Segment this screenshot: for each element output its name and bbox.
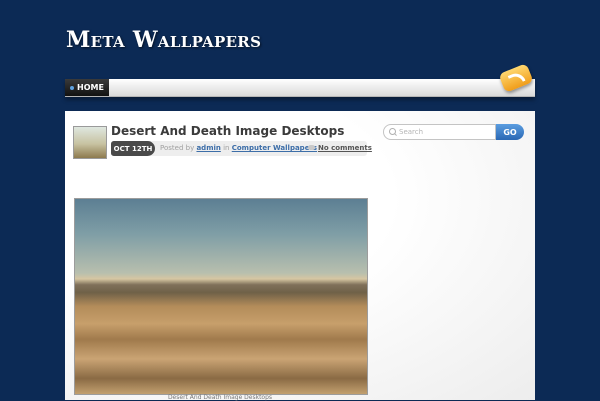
nav-item-home-label: HOME (77, 83, 104, 92)
comment-bubble-icon (308, 145, 315, 150)
site-title[interactable]: Meta Wallpapers (66, 27, 261, 53)
date-badge: OCT 12TH (111, 141, 155, 156)
author-link[interactable]: admin (196, 144, 220, 152)
go-button[interactable]: GO (496, 124, 524, 140)
search-icon (389, 128, 396, 135)
posted-by-label: Posted by (160, 144, 195, 152)
comments-link[interactable]: No comments (318, 144, 372, 152)
in-label: in (223, 144, 230, 152)
post-title[interactable]: Desert And Death Image Desktops (111, 124, 344, 138)
nav-bar: HOME (65, 79, 535, 97)
post-thumbnail[interactable] (73, 126, 107, 159)
nav-bullet-icon (70, 85, 75, 90)
post-image[interactable] (74, 198, 368, 395)
category-link[interactable]: Computer Wallpapers (232, 144, 317, 152)
post-meta: Posted by admin in Computer Wallpapers (160, 144, 317, 152)
search-input[interactable] (399, 126, 493, 138)
nav-item-home[interactable]: HOME (65, 79, 109, 96)
